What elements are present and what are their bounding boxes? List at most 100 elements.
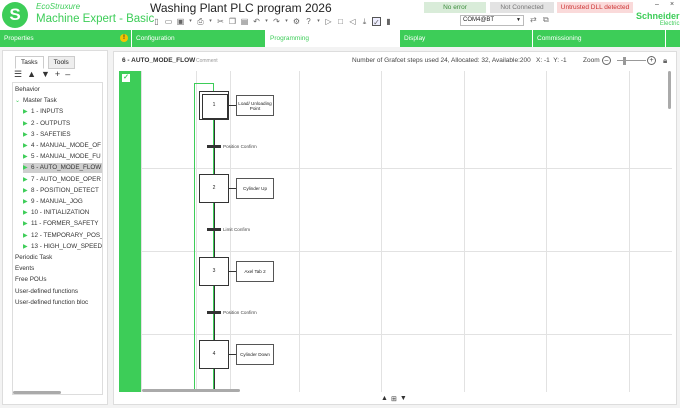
redo-icon[interactable]: ↷ — [272, 17, 281, 26]
tab-configuration[interactable]: Configuration — [132, 30, 266, 47]
tree-item[interactable]: ▶ 10 - INITIALIZATION — [23, 208, 102, 218]
zoom-slider-thumb[interactable] — [623, 57, 626, 65]
com-port-select[interactable]: COM4@BT ▼ — [460, 15, 524, 26]
tree-item[interactable]: ▶ 8 - POSITION_DETECT — [23, 186, 102, 196]
tab-properties[interactable]: Properties ! — [0, 30, 132, 47]
expand-arrow-icon[interactable]: ▶ — [23, 141, 31, 151]
tree-item[interactable]: ▶ 2 - OUTPUTS — [23, 119, 102, 129]
run-icon[interactable]: ▷ — [324, 17, 333, 26]
tree-item-label: Master Task — [23, 97, 57, 105]
tree-item-label: 8 - POSITION_DETECT — [31, 186, 99, 194]
tree-item[interactable]: ▶ 12 - TEMPORARY_POS_ — [23, 231, 102, 241]
expand-arrow-icon[interactable]: ▶ — [23, 175, 31, 185]
expand-arrow-icon[interactable]: ▶ — [23, 119, 31, 129]
tree-item-label: 13 - HIGH_LOW_SPEED — [31, 242, 103, 250]
grafcet-canvas[interactable]: ✓ 1 Load/ Unloading Point 2 Cylinder Up 3 Axe… — [119, 71, 672, 392]
disconnect-icon[interactable]: ⧉ — [543, 15, 552, 24]
expand-arrow-icon[interactable]: ▶ — [23, 231, 31, 241]
step-back-icon[interactable]: ◁ — [348, 17, 357, 26]
title-bar: S EcoStruxure Machine Expert - Basic Was… — [0, 0, 680, 30]
scroll-up-icon[interactable]: ▲ — [381, 395, 388, 403]
expand-arrow-icon[interactable]: ▶ — [23, 219, 31, 229]
undo-icon[interactable]: ↶ — [252, 17, 261, 26]
check-icon[interactable]: ✓ — [372, 16, 381, 27]
expand-arrow-icon[interactable]: ▶ — [23, 197, 31, 207]
expand-arrow-icon[interactable]: ▶ — [23, 242, 31, 252]
tree-item[interactable]: Periodic Task — [15, 253, 102, 263]
active-flow-line — [194, 83, 214, 84]
tree-item[interactable]: ▶ 13 - HIGH_LOW_SPEED — [23, 242, 103, 252]
zoom-in-icon[interactable]: + — [647, 56, 656, 65]
zoom-out-icon[interactable]: – — [602, 56, 611, 65]
task-tree: Behavior ⌄ Master Task ▶ 1 - INPUTS ▶ 2 - OUTP… — [12, 82, 103, 395]
grafcet-action: Cylinder Up — [236, 178, 274, 199]
undo-dropdown-icon[interactable]: ▾ — [264, 17, 269, 26]
tab-display[interactable]: Display — [400, 30, 533, 47]
expand-arrow-icon[interactable]: ▶ — [23, 186, 31, 196]
help-dropdown-icon[interactable]: ▾ — [316, 17, 321, 26]
lock-icon[interactable]: 🔒︎ — [663, 56, 667, 66]
tree-item[interactable]: Behavior — [15, 85, 102, 95]
device-icon[interactable]: ▮ — [384, 17, 393, 26]
download-icon[interactable]: ⤓ — [360, 17, 369, 26]
list-view-icon[interactable]: ☰ — [14, 70, 22, 79]
tree-item[interactable]: Events — [15, 264, 102, 274]
tree-item-label: Free POUs — [15, 276, 47, 284]
tree-item[interactable]: Free POUs — [15, 275, 102, 285]
tree-item[interactable]: ▶ 6 - AUTO_MODE_FLOW — [23, 163, 102, 174]
tree-item[interactable]: ▶ 9 - MANUAL_JOG — [23, 197, 102, 207]
chevron-down-icon[interactable]: ⌄ — [15, 96, 23, 106]
tree-item[interactable]: ⌄ Master Task — [15, 96, 102, 106]
redo-dropdown-icon[interactable]: ▾ — [284, 17, 289, 26]
grid-line — [141, 334, 672, 335]
save-icon[interactable]: ▣ — [176, 17, 185, 26]
tree-item[interactable]: ▶ 5 - MANUAL_MODE_FU — [23, 152, 102, 162]
tree-item[interactable]: User-defined function bloc — [15, 298, 102, 308]
tree-item-label: 7 - AUTO_MODE_OPER — [31, 175, 101, 183]
tree-item[interactable]: ▶ 3 - SAFETIES — [23, 130, 102, 140]
open-folder-icon[interactable]: ▭ — [164, 17, 173, 26]
connect-icon[interactable]: ⇄ — [530, 15, 539, 24]
vertical-scrollbar[interactable] — [668, 71, 671, 109]
move-up-icon[interactable]: ▲ — [27, 70, 36, 79]
zoom-fit-icon[interactable]: ⊞ — [391, 395, 397, 403]
expand-arrow-icon[interactable]: ▶ — [23, 152, 31, 162]
new-file-icon[interactable]: ▯ — [152, 17, 161, 26]
settings-icon[interactable]: ⚙ — [292, 17, 301, 26]
stop-icon[interactable]: □ — [336, 17, 345, 26]
expand-arrow-icon[interactable]: ▶ — [23, 163, 31, 173]
help-icon[interactable]: ? — [304, 17, 313, 26]
save-dropdown-icon[interactable]: ▾ — [188, 17, 193, 26]
cut-icon[interactable]: ✂ — [216, 17, 225, 26]
grafcet-transition — [207, 145, 221, 148]
tree-scrollbar[interactable] — [13, 391, 61, 394]
tree-item-label: 2 - OUTPUTS — [31, 119, 71, 127]
copy-icon[interactable]: ❐ — [228, 17, 237, 26]
tree-item[interactable]: User-defined functions — [15, 287, 102, 297]
print-dropdown-icon[interactable]: ▾ — [208, 17, 213, 26]
expand-arrow-icon[interactable]: ▶ — [23, 208, 31, 218]
print-icon[interactable]: ⎙ — [196, 17, 205, 26]
add-icon[interactable]: + — [55, 70, 60, 79]
expand-arrow-icon[interactable]: ▶ — [23, 107, 31, 117]
comment-label[interactable]: Comment — [196, 58, 218, 64]
horizontal-scrollbar[interactable] — [142, 389, 240, 392]
expand-arrow-icon[interactable]: ▶ — [23, 130, 31, 140]
paste-icon[interactable]: ▤ — [240, 17, 249, 26]
zoom-slider[interactable] — [617, 60, 646, 61]
tree-item[interactable]: ▶ 1 - INPUTS — [23, 107, 102, 117]
remove-icon[interactable]: – — [65, 70, 70, 79]
tab-programming[interactable]: Programming — [266, 30, 400, 47]
tree-item[interactable]: ▶ 7 - AUTO_MODE_OPER — [23, 175, 102, 185]
scroll-down-icon[interactable]: ▼ — [400, 395, 407, 403]
app-logo: S — [2, 2, 28, 28]
minimize-button[interactable]: – — [655, 1, 659, 8]
move-down-icon[interactable]: ▼ — [41, 70, 50, 79]
tree-item-label: 1 - INPUTS — [31, 108, 64, 116]
tab-commissioning[interactable]: Commissioning — [533, 30, 666, 47]
tree-item[interactable]: ▶ 4 - MANUAL_MODE_OF — [23, 141, 102, 151]
vendor-sub: Electric — [659, 21, 680, 27]
tree-item[interactable]: ▶ 11 - FORMER_SAFETY — [23, 219, 102, 229]
close-button[interactable]: × — [670, 1, 674, 8]
grafcet-action: Cylinder Down — [236, 344, 274, 365]
